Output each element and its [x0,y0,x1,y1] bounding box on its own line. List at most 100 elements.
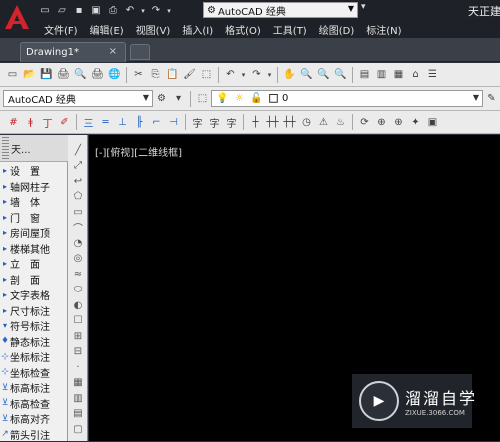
layer-state-icon[interactable]: ✎ [484,91,499,106]
chevron-down-icon[interactable]: ▾ [266,67,273,82]
panel-item[interactable]: ♦ 静态标注 [0,334,67,349]
move-icon[interactable]: ⊕ [374,115,389,130]
panel-item[interactable]: ⊹ 坐标标注 [0,349,67,365]
plot-icon[interactable]: 🖨 [56,67,71,82]
panel-item[interactable]: ▸ 设 置 [0,163,67,178]
wall-icon[interactable]: 三 [81,115,96,130]
new-icon[interactable]: ▭ [5,67,20,82]
arc-dim-icon[interactable]: ◷ [299,115,314,130]
construction-line-icon[interactable]: ⤢ [71,159,85,173]
viewport-controls[interactable]: [-][俯视][二维线框] [95,144,182,159]
panel-item[interactable]: ⊹ 坐标检查 [0,365,67,380]
markup-icon[interactable]: ☰ [425,67,440,82]
sheet-set-icon[interactable]: ⌂ [408,67,423,82]
arc-icon[interactable]: ⌒ [71,221,85,235]
panel-item[interactable]: ↗ 箭头引注 [0,427,67,442]
wall-dim-icon[interactable]: ┼┼ [282,115,297,130]
zoom-previous-icon[interactable]: 🔍 [333,67,348,82]
table-icon[interactable]: ▢ [71,422,85,436]
gear-icon[interactable]: ⚙ [154,91,169,106]
cut-icon[interactable]: ✂ [131,67,146,82]
text-style-icon[interactable]: 字 [224,115,239,130]
menu-view[interactable]: 视图(V) [136,22,171,37]
door-icon[interactable]: ╟ [132,115,147,130]
match-properties-icon[interactable]: 🖌 [182,67,197,82]
polyline-icon[interactable]: ↩ [71,174,85,188]
workspace-selector[interactable]: ⚙ AutoCAD 经典 ▼ [203,2,358,18]
panel-item[interactable]: ⊻ 标高对齐 [0,411,67,427]
preview-icon[interactable]: 🔍 [73,67,88,82]
undo-dropdown-icon[interactable]: ▾ [140,4,146,18]
new-tab-button[interactable] [130,44,150,60]
redo-icon[interactable]: ↷ [149,4,163,18]
gradient-icon[interactable]: ▥ [71,391,85,405]
window-icon[interactable]: ⌐ [149,115,164,130]
new-file-icon[interactable]: ▭ [38,4,52,18]
text-edit-icon[interactable]: 字 [207,115,222,130]
axis-grid-icon[interactable]: # [6,115,21,130]
panel-item[interactable]: ▾ 符号标注 [0,318,67,333]
web-icon[interactable]: 🌐 [107,67,122,82]
axis-edit-icon[interactable]: ✐ [57,115,72,130]
make-block-icon[interactable]: ⊞ [71,329,85,343]
customize-qat-icon[interactable]: ▾ [361,2,371,18]
menu-tools[interactable]: 工具(T) [273,22,307,37]
panel-item[interactable]: ▸ 门 窗 [0,210,67,225]
panel-item[interactable]: ▸ 轴网柱子 [0,179,67,194]
hatch-icon[interactable]: ▦ [71,376,85,390]
menu-edit[interactable]: 编辑(E) [90,22,124,37]
properties-icon[interactable]: ▤ [357,67,372,82]
menu-dimension[interactable]: 标注(N) [366,22,401,37]
panel-header[interactable]: 天... [0,135,68,162]
menu-format[interactable]: 格式(O) [225,22,261,37]
panel-item[interactable]: ⊻ 标高检查 [0,396,67,411]
rotate-icon[interactable]: ⟳ [357,115,372,130]
block-icon[interactable]: ▣ [425,115,440,130]
panel-item[interactable]: ⊻ 标高标注 [0,380,67,396]
tab-drawing1[interactable]: Drawing1* × [20,42,126,62]
panel-item[interactable]: ▸ 立 面 [0,256,67,271]
menu-draw[interactable]: 绘图(D) [319,22,355,37]
design-center-icon[interactable]: ▥ [374,67,389,82]
axis-dimension-icon[interactable]: ǂ [23,115,38,130]
save-as-icon[interactable]: ▣ [89,4,103,18]
layer-manager-icon[interactable]: ⬚ [195,91,210,106]
open-file-icon[interactable]: ▱ [55,4,69,18]
opening-icon[interactable]: ⊣ [166,115,181,130]
revision-cloud-icon[interactable]: ◎ [71,252,85,266]
ellipse-arc-icon[interactable]: ◐ [71,298,85,312]
save-icon[interactable]: 💾 [39,67,54,82]
region-icon[interactable]: ▤ [71,407,85,421]
chevron-down-icon[interactable]: ▾ [240,67,247,82]
panel-item[interactable]: ▸ 文字表格 [0,287,67,302]
column-icon[interactable]: 丁 [40,115,55,130]
panel-item[interactable]: ▸ 楼梯其他 [0,241,67,256]
menu-file[interactable]: 文件(F) [44,22,78,37]
drag-handle-icon[interactable] [2,137,9,159]
dot-icon[interactable]: · [71,360,85,374]
line-icon[interactable]: ╱ [71,143,85,157]
dimension-icon[interactable]: ┼ [248,115,263,130]
undo-icon[interactable]: ↶ [123,4,137,18]
elevation-icon[interactable]: ⚠ [316,115,331,130]
circle-icon[interactable]: ◔ [71,236,85,250]
zoom-realtime-icon[interactable]: 🔍 [299,67,314,82]
copy-icon[interactable]: ⎘ [148,67,163,82]
application-menu-button[interactable] [0,0,34,38]
menu-insert[interactable]: 插入(I) [182,22,213,37]
snap-icon[interactable]: ✦ [408,115,423,130]
redo-dropdown-icon[interactable]: ▾ [166,4,172,18]
insert-block-icon[interactable]: ☐ [71,314,85,328]
point-icon[interactable]: ⊟ [71,345,85,359]
double-wall-icon[interactable]: ═ [98,115,113,130]
stair-icon[interactable]: ♨ [333,115,348,130]
ellipse-icon[interactable]: ⬭ [71,283,85,297]
block-editor-icon[interactable]: ⬚ [199,67,214,82]
paste-icon[interactable]: 📋 [165,67,180,82]
zoom-window-icon[interactable]: 🔍 [316,67,331,82]
wall-base-icon[interactable]: ⊥ [115,115,130,130]
publish-icon[interactable]: 🖨 [90,67,105,82]
pan-icon[interactable]: ✋ [282,67,297,82]
workspace-settings-icon[interactable]: ▾ [171,91,186,106]
close-icon[interactable]: × [109,46,117,57]
